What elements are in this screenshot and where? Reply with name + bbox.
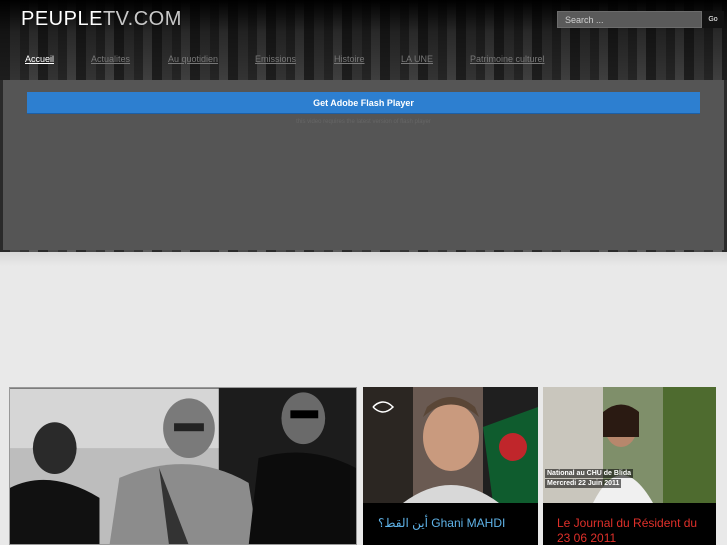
search-input[interactable] bbox=[557, 11, 702, 28]
video-card-journal-resident[interactable]: National au CHU de Blida Mercredi 22 Jui… bbox=[543, 387, 716, 545]
nav-item-accueil[interactable]: Accueil bbox=[25, 54, 54, 64]
nav-item-histoire[interactable]: Histoire bbox=[334, 54, 365, 64]
video-card-history[interactable] bbox=[9, 387, 357, 545]
video-card-ghani-mahdi[interactable]: أين القط؟ Ghani MAHDI bbox=[363, 387, 538, 545]
site-logo[interactable]: PEUPLETV.COM bbox=[21, 8, 182, 31]
overlay-line-1: National au CHU de Blida bbox=[545, 469, 634, 478]
card-caption[interactable]: أين القط؟ Ghani MAHDI bbox=[378, 516, 505, 530]
flash-note: this video requires the latest version o… bbox=[296, 119, 431, 125]
nav-item-au-quotidien[interactable]: Au quotidien bbox=[168, 54, 218, 64]
overlay-line-2: Mercredi 22 Juin 2011 bbox=[545, 479, 622, 488]
nav-item-la-une[interactable]: LA UNE bbox=[401, 54, 433, 64]
card-thumbnail bbox=[363, 387, 538, 503]
get-flash-button[interactable]: Get Adobe Flash Player bbox=[27, 92, 700, 114]
logo-light: TV.COM bbox=[102, 8, 182, 30]
logo-bold: PEUPLE bbox=[21, 8, 103, 30]
card-thumbnail bbox=[10, 388, 356, 544]
main-nav: Accueil Actualites Au quotidien Emission… bbox=[0, 54, 727, 68]
header-fade bbox=[0, 252, 727, 266]
go-button[interactable]: Go bbox=[702, 11, 724, 28]
nav-item-patrimoine-culturel[interactable]: Patrimoine culturel bbox=[470, 54, 545, 64]
card-caption[interactable]: Le Journal du Résident du 23 06 2011 bbox=[557, 516, 712, 545]
nav-item-actualites[interactable]: Actualites bbox=[91, 54, 130, 64]
nav-item-emissions[interactable]: Emissions bbox=[255, 54, 296, 64]
